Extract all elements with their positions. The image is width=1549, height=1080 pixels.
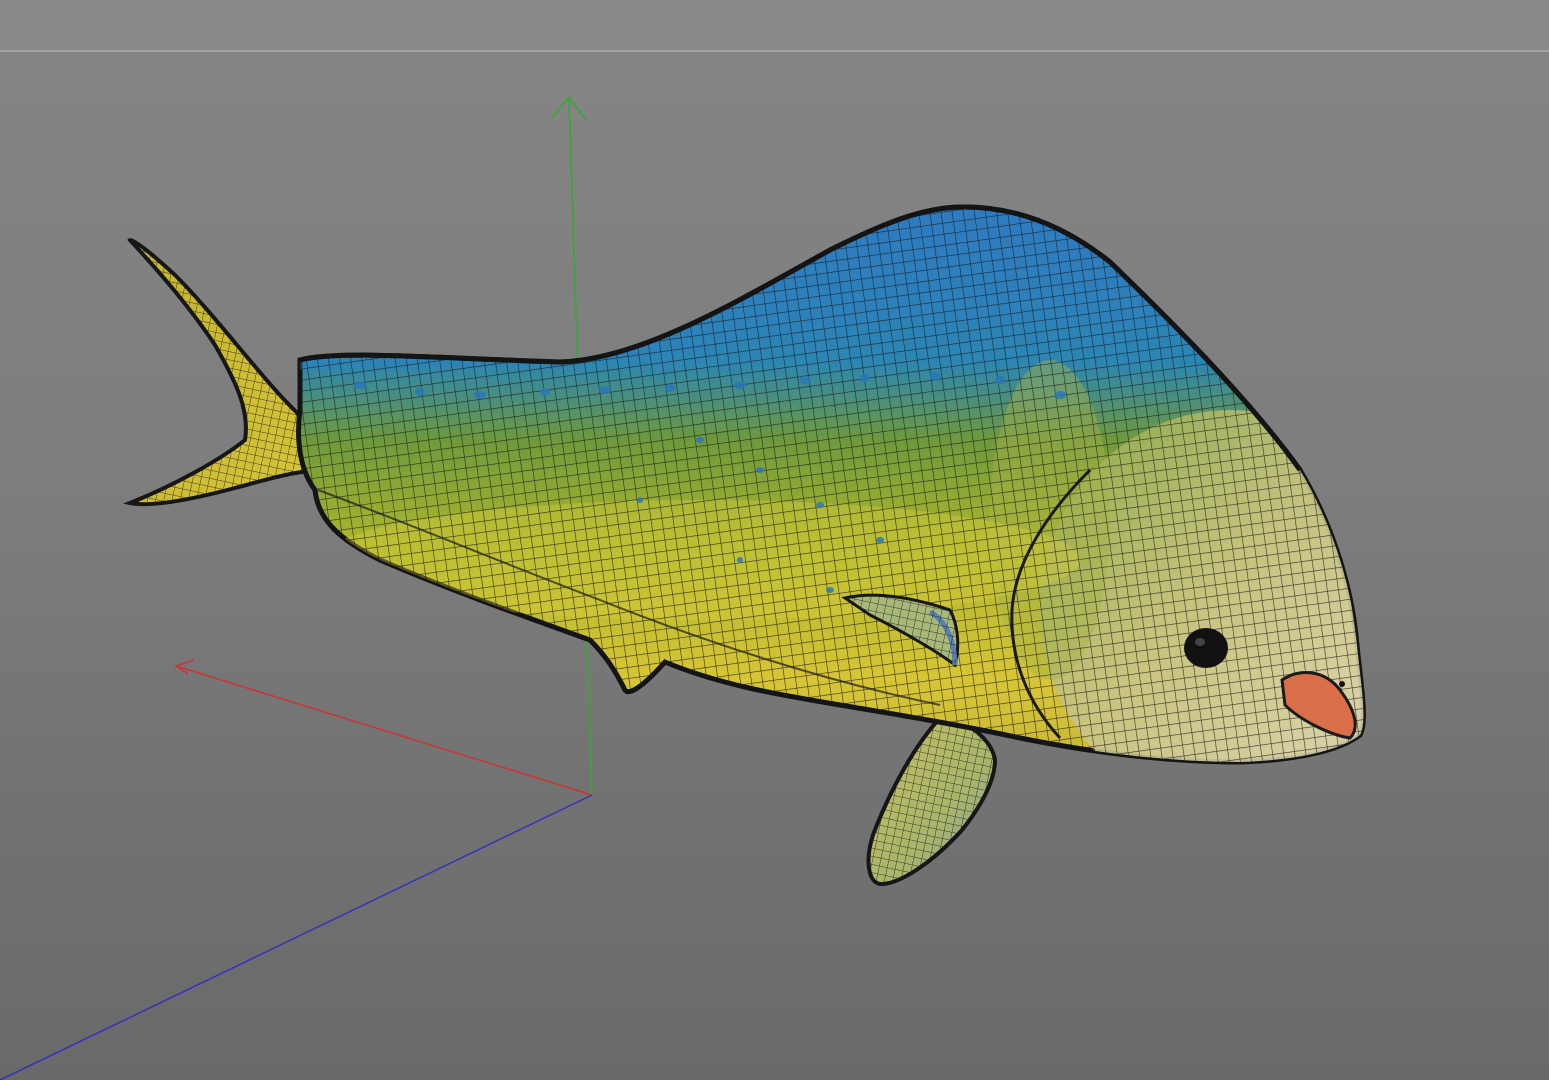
pelvic-fin: [866, 715, 998, 887]
eye: [1184, 628, 1228, 668]
tail-fin: [123, 237, 323, 507]
x-axis-line: [175, 665, 593, 796]
dolphinfish-model[interactable]: [123, 190, 1420, 887]
fish-body: [296, 204, 1366, 765]
scene-canvas[interactable]: [0, 0, 1549, 1080]
x-axis-arrow-icon: [174, 659, 195, 675]
3d-viewport[interactable]: [0, 0, 1549, 1080]
z-axis-line: [0, 794, 593, 1080]
